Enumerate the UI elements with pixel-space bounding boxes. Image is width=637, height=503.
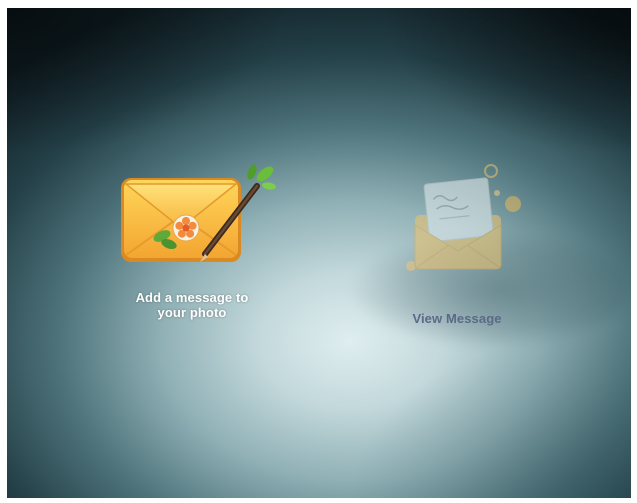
envelope-flower-pen-icon <box>107 158 277 270</box>
open-envelope-letter-icon <box>387 163 527 283</box>
add-message-label: Add a message to your photo <box>135 290 249 320</box>
view-message-option[interactable]: View Message <box>387 163 527 326</box>
add-message-option[interactable]: Add a message to your photo <box>107 158 277 320</box>
photo-frame-screen: Add a message to your photo View Message <box>7 8 631 498</box>
view-message-label: View Message <box>412 311 502 326</box>
device-frame: Add a message to your photo View Message <box>0 0 637 503</box>
